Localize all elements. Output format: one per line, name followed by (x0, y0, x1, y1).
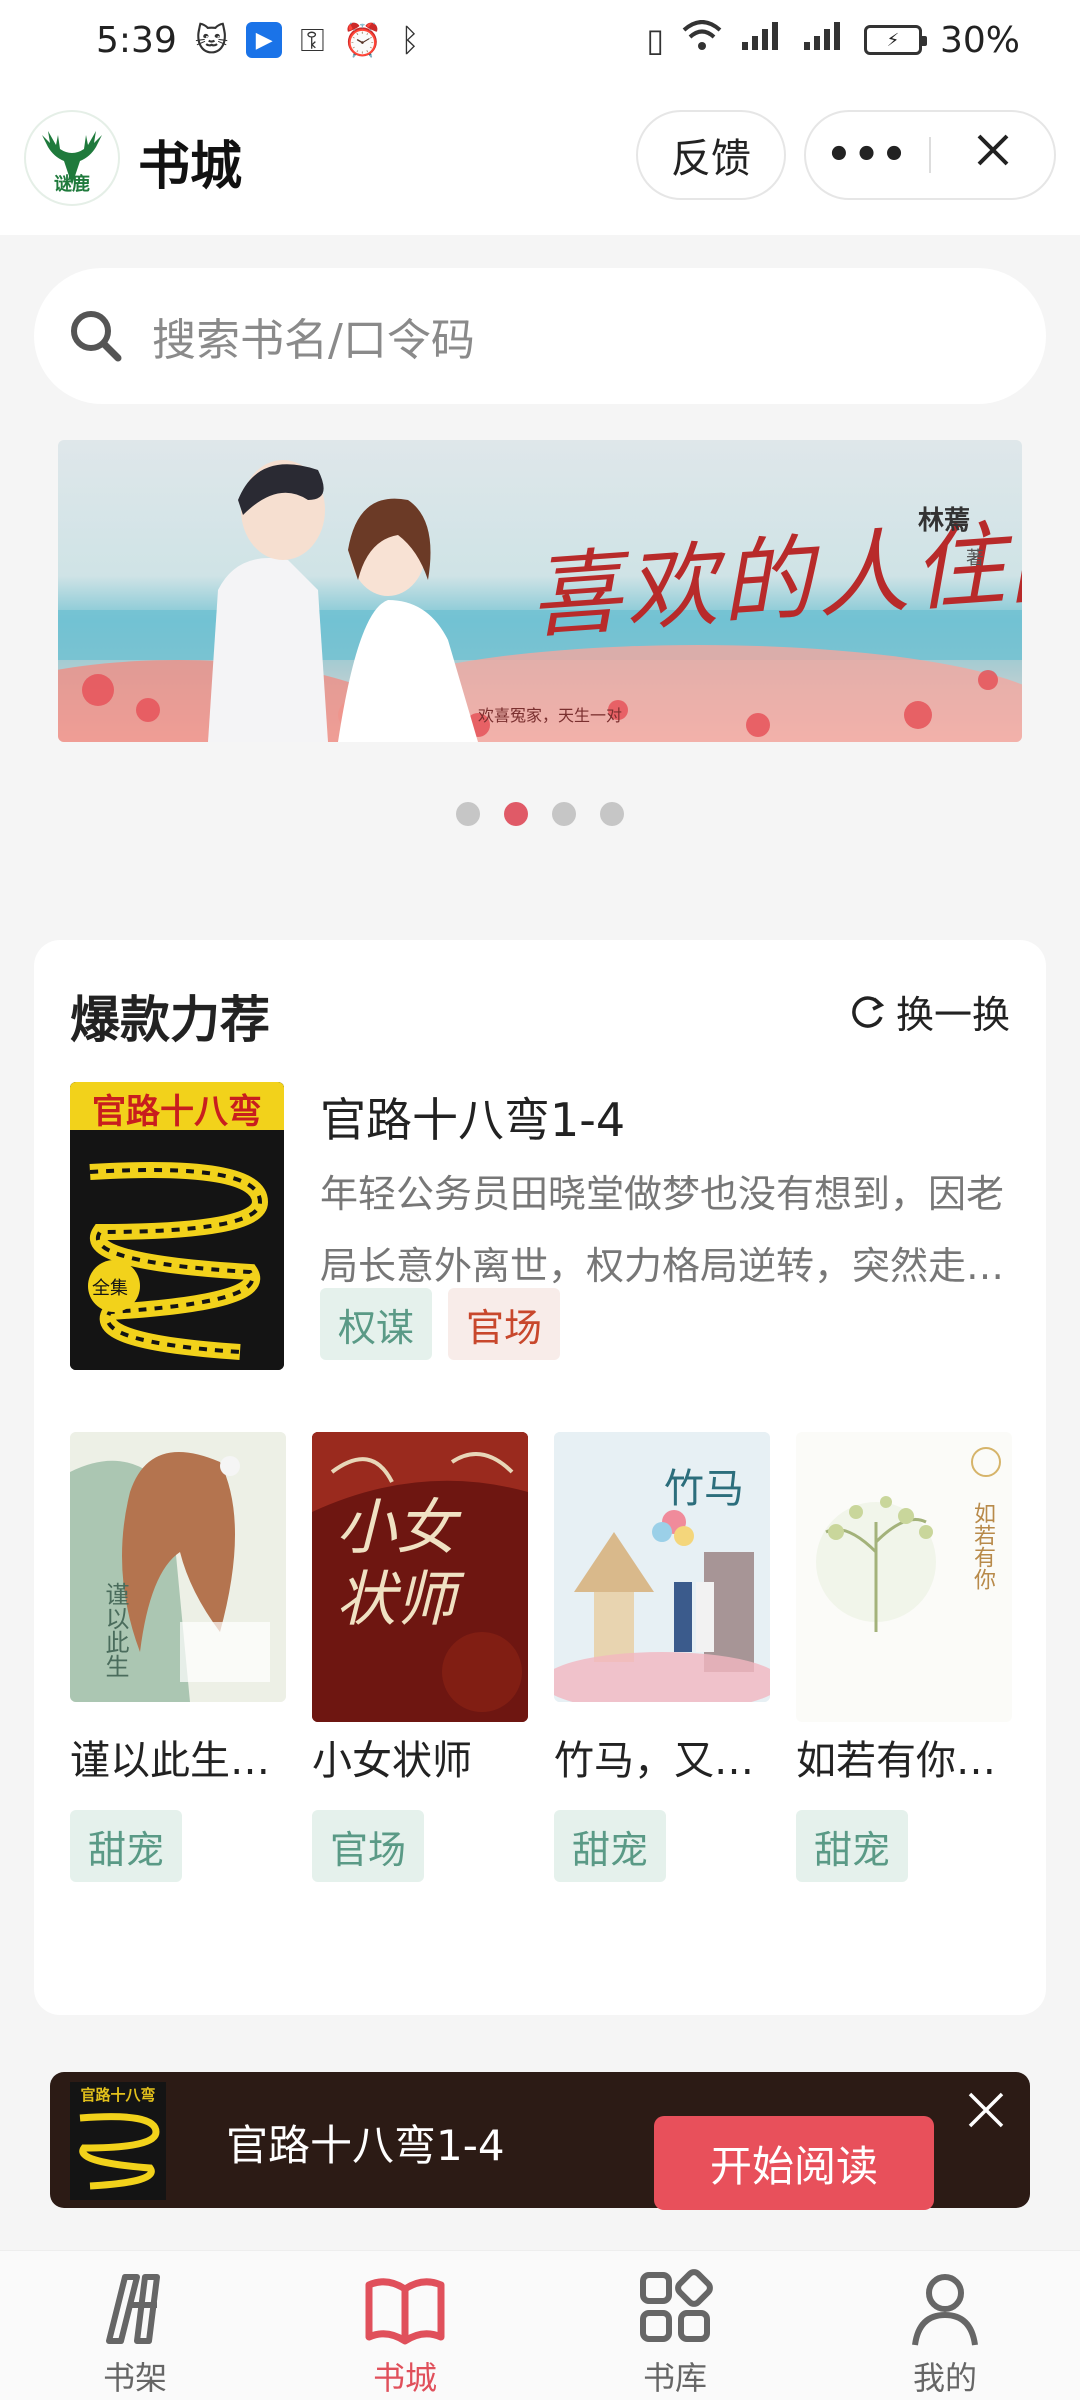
book-item[interactable]: 如若有你 如若有你… 甜宠 (796, 1432, 1012, 1992)
book-tag[interactable]: 甜宠 (70, 1810, 183, 1882)
signal-icon (740, 20, 784, 60)
nav-profile[interactable]: 我的 (810, 2251, 1080, 2400)
book-cover[interactable]: 如若有你 (796, 1432, 1012, 1722)
open-book-icon (365, 2278, 445, 2345)
banner-pagination (0, 802, 1080, 826)
recommend-section: 爆款力荐 换一换 官路十八弯 全集 官路十八弯1-4 年轻公务员田晓堂做梦也没有… (34, 940, 1046, 2015)
book-item[interactable]: 竹马 竹马，又… 甜宠 (554, 1432, 770, 1992)
cat-icon: 🐱 (194, 21, 229, 59)
promo-banner[interactable]: 喜欢的人住隔壁 林蔫 著 欢喜冤家，天生一对 (58, 440, 1022, 742)
capsule-menu: ••• (804, 110, 1056, 200)
search-bar[interactable]: 搜索书名/口令码 (34, 268, 1046, 404)
pagination-dot-active[interactable] (504, 802, 528, 826)
search-input[interactable]: 搜索书名/口令码 (152, 304, 475, 368)
feedback-button[interactable]: 反馈 (636, 110, 786, 200)
status-time: 5:39 (96, 19, 177, 61)
book-tag[interactable]: 官场 (312, 1810, 425, 1882)
book-cover-title: 小女状师 (336, 1493, 456, 1635)
app-notification-icon: ▶ (246, 22, 283, 58)
banner-author: 林蔫 (918, 500, 970, 537)
close-button[interactable] (931, 130, 1054, 180)
book-title[interactable]: 如若有你… (796, 1728, 1012, 1786)
book-title[interactable]: 小女状师 (312, 1728, 528, 1786)
tag-quanmou[interactable]: 权谋 (320, 1288, 433, 1360)
nav-bookshelf[interactable]: 书架 (0, 2251, 270, 2400)
featured-book-description: 年轻公务员田晓堂做梦也没有想到，因老局长意外离世，权力格局逆转，突然走… (320, 1172, 1005, 1288)
battery-icon: ⚡ (863, 25, 927, 55)
pagination-dot[interactable] (456, 802, 480, 826)
book-cover[interactable]: 竹马 (554, 1432, 770, 1702)
app-logo: 谜鹿 (24, 110, 120, 206)
book-item[interactable]: 谨以此生 谨以此生… 甜宠 (70, 1432, 286, 1992)
page-title: 书城 (138, 137, 243, 197)
continue-reading-cover[interactable]: 官路十八弯 (70, 2082, 166, 2200)
nav-library[interactable]: 书库 (540, 2251, 810, 2400)
nav-label: 书架 (102, 2359, 167, 2397)
refresh-icon (852, 995, 885, 1028)
close-banner-button[interactable] (966, 2090, 1006, 2141)
book-grid: 谨以此生 谨以此生… 甜宠 小女状师 小女状师 官场 竹马 竹马，又… 甜宠 如… (70, 1432, 1012, 1992)
bluetooth-icon: ᛒ (400, 21, 420, 59)
pagination-dot[interactable] (600, 802, 624, 826)
book-title[interactable]: 谨以此生… (70, 1728, 286, 1786)
refresh-label: 换一换 (895, 993, 1010, 1037)
pagination-dot[interactable] (552, 802, 576, 826)
book-item[interactable]: 小女状师 小女状师 官场 (312, 1432, 528, 1992)
logo-text: 谜鹿 (54, 174, 90, 195)
banner-author-name: 林蔫 (918, 506, 971, 536)
user-icon (912, 2274, 978, 2346)
book-tag[interactable]: 甜宠 (796, 1810, 909, 1882)
refresh-button[interactable]: 换一换 (846, 984, 1010, 1039)
book-cover-title: 如若有你 (970, 1502, 995, 1590)
continue-reading-bar[interactable]: 官路十八弯 官路十八弯1-4 开始阅读 (50, 2072, 1030, 2210)
featured-book-title[interactable]: 官路十八弯1-4 (320, 1084, 625, 1150)
bookshelf-icon (106, 2274, 160, 2344)
book-cover[interactable]: 小女状师 (312, 1432, 528, 1722)
section-title: 爆款力荐 (70, 991, 270, 1049)
more-button[interactable]: ••• (806, 132, 929, 178)
start-reading-button[interactable]: 开始阅读 (654, 2116, 934, 2210)
banner-author-suffix: 著 (966, 548, 984, 569)
book-cover-title: 谨以此生 (101, 1582, 129, 1678)
wifi-icon (682, 20, 722, 60)
tag-guanchang[interactable]: 官场 (448, 1288, 561, 1360)
key-icon: ⚿ (300, 20, 325, 59)
status-bar: 5:39 🐱 ▶ ⚿ ⏰ ᛒ ▯ ⚡ 30% (0, 0, 1080, 80)
nav-label: 书库 (642, 2359, 707, 2397)
featured-book-tags: 权谋 官场 (320, 1288, 561, 1360)
nav-bookstore[interactable]: 书城 (270, 2251, 540, 2400)
featured-cover-title: 官路十八弯 (92, 1092, 262, 1132)
grid-icon (640, 2269, 713, 2342)
featured-book-cover[interactable]: 官路十八弯 全集 (70, 1082, 284, 1370)
signal-icon-2 (802, 20, 846, 60)
continue-reading-cover-title: 官路十八弯 (80, 2086, 156, 2104)
book-cover-title: 竹马 (664, 1466, 744, 1512)
search-icon (71, 311, 122, 362)
alarm-icon: ⏰ (342, 21, 383, 59)
banner-tagline: 欢喜冤家，天生一对 (478, 706, 623, 725)
book-cover[interactable]: 谨以此生 (70, 1432, 286, 1702)
featured-cover-badge: 全集 (92, 1278, 128, 1299)
close-icon (968, 2092, 1004, 2128)
nav-label: 我的 (912, 2359, 977, 2397)
continue-reading-title: 官路十八弯1-4 (226, 2121, 505, 2170)
book-title[interactable]: 竹马，又… (554, 1728, 770, 1786)
app-header: 谜鹿 书城 反馈 ••• (0, 80, 1080, 235)
battery-level: 30% (939, 19, 1020, 61)
book-tag[interactable]: 甜宠 (554, 1810, 667, 1882)
vibrate-icon: ▯ (646, 21, 664, 59)
nav-label: 书城 (372, 2359, 437, 2397)
bottom-navigation: 书架 书城 书库 我的 (0, 2250, 1080, 2400)
close-icon (977, 134, 1008, 166)
